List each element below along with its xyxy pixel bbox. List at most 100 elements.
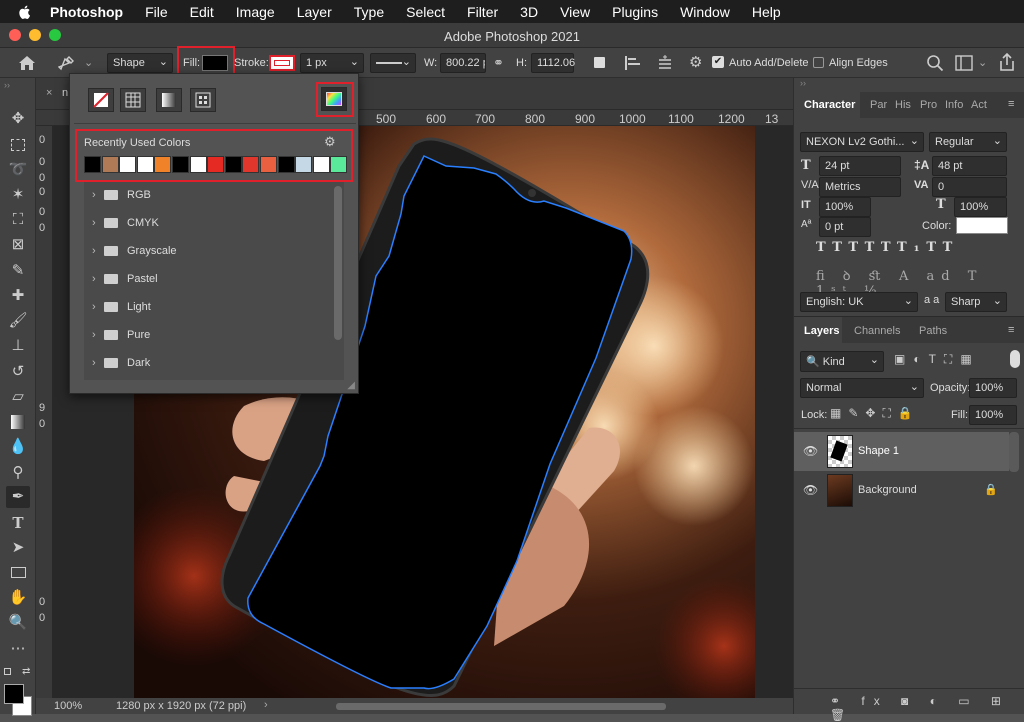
rectangle-tool-icon[interactable] (6, 562, 30, 584)
layer-filter-icons[interactable]: ▣◐T⛶▦ (894, 352, 1016, 367)
chevron-right-icon[interactable]: › (264, 699, 268, 711)
gradient-button[interactable] (156, 88, 182, 112)
path-alignment-icon[interactable] (624, 55, 642, 71)
menu-view[interactable]: View (560, 4, 590, 20)
link-icon[interactable]: ⚭ (493, 55, 504, 71)
vertical-scrollbar[interactable] (334, 186, 342, 340)
crop-tool-icon[interactable]: ⛶ (6, 209, 30, 231)
swatch-folder-pastel[interactable]: › Pastel (84, 266, 330, 293)
tab-layers[interactable]: Layers (804, 325, 839, 337)
baseline-shift-field[interactable]: 0 pt (819, 217, 871, 237)
type-tool-icon[interactable]: T (6, 512, 30, 534)
eyedropper-tool-icon[interactable]: ✎ (6, 260, 30, 282)
font-family-select[interactable]: NEXON Lv2 Gothi... ⌄ (800, 132, 924, 152)
hand-tool-icon[interactable]: ✋ (6, 587, 30, 609)
swap-colors-icon[interactable]: ⇄ (22, 666, 30, 677)
horizontal-scrollbar[interactable] (336, 703, 666, 710)
move-tool-icon[interactable]: ✥ (6, 108, 30, 130)
eye-icon[interactable]: 👁 (803, 483, 818, 497)
tab-paths[interactable]: Paths (919, 325, 947, 337)
menu-window[interactable]: Window (680, 4, 730, 20)
tracking-select[interactable]: 0 (932, 177, 1007, 197)
font-size-field[interactable]: 24 pt (819, 156, 901, 176)
tab-history[interactable]: His (895, 99, 911, 111)
home-icon[interactable] (18, 55, 36, 71)
share-icon[interactable] (998, 53, 1016, 71)
healing-brush-tool-icon[interactable]: ✚ (6, 285, 30, 307)
menu-edit[interactable]: Edit (190, 4, 214, 20)
height-field[interactable]: 1112.06 (531, 53, 575, 73)
lasso-tool-icon[interactable]: ➰ (6, 159, 30, 181)
path-operations-icon[interactable] (594, 57, 605, 68)
eye-icon[interactable]: 👁 (803, 444, 818, 458)
pen-tool-icon[interactable]: ✒ (6, 486, 30, 508)
default-colors-icon[interactable] (4, 668, 11, 675)
close-tab-icon[interactable]: × (46, 87, 52, 99)
more-tools-icon[interactable]: ⋯ (6, 638, 30, 660)
layer-row-background[interactable]: 👁 Background 🔒 (794, 471, 1009, 510)
path-selection-tool-icon[interactable]: ➤ (6, 537, 30, 559)
anti-alias-select[interactable]: Sharp ⌄ (945, 292, 1007, 312)
collapse-panel-icon[interactable]: ›› (794, 78, 1024, 92)
document-tab-label[interactable]: n (62, 87, 68, 99)
chevron-down-icon[interactable]: ⌄ (84, 56, 93, 69)
zoom-level[interactable]: 100% (54, 700, 82, 712)
swatch-folder-pure[interactable]: › Pure (84, 322, 330, 349)
marquee-tool-icon[interactable] (6, 134, 30, 156)
blend-mode-select[interactable]: Normal ⌄ (800, 378, 924, 398)
menu-file[interactable]: File (145, 4, 168, 20)
layer-name[interactable]: Background (858, 484, 917, 496)
menu-image[interactable]: Image (236, 4, 275, 20)
foreground-color-swatch[interactable] (4, 684, 24, 704)
panel-menu-icon[interactable]: ≡ (1008, 324, 1014, 336)
tab-info[interactable]: Info (945, 99, 963, 111)
tab-paragraph[interactable]: Par (870, 99, 887, 111)
menu-layer[interactable]: Layer (297, 4, 332, 20)
menu-type[interactable]: Type (354, 4, 384, 20)
dodge-tool-icon[interactable]: ⚲ (6, 462, 30, 484)
path-arrangement-icon[interactable] (656, 54, 674, 72)
auto-add-delete-checkbox[interactable]: ✔ (712, 56, 724, 68)
stroke-type-select[interactable]: ⌄ (370, 53, 416, 73)
pattern-button[interactable] (190, 88, 216, 112)
menu-3d[interactable]: 3D (520, 4, 538, 20)
clone-stamp-tool-icon[interactable]: ⊥ (6, 335, 30, 357)
stroke-swatch[interactable] (269, 55, 295, 71)
solid-color-button[interactable] (120, 88, 146, 112)
menu-help[interactable]: Help (752, 4, 781, 20)
shape-mode-select[interactable]: Shape ⌄ (107, 53, 173, 73)
no-color-button[interactable] (88, 88, 114, 112)
text-color-swatch[interactable] (956, 217, 1008, 234)
tab-channels[interactable]: Channels (854, 325, 900, 337)
search-icon[interactable] (926, 54, 944, 72)
layer-row-shape-1[interactable]: 👁 Shape 1 (794, 432, 1009, 471)
workspace-icon[interactable] (955, 55, 973, 71)
layer-filter-select[interactable]: 🔍 Kind ⌄ (800, 351, 884, 372)
frame-tool-icon[interactable]: ⊠ (6, 234, 30, 256)
vertical-scale-field[interactable]: 100% (819, 197, 871, 217)
language-select[interactable]: English: UK ⌄ (800, 292, 918, 312)
filter-toggle-switch[interactable] (1010, 350, 1020, 368)
menu-app[interactable]: Photoshop (50, 4, 123, 20)
tab-character[interactable]: Character (804, 99, 855, 111)
menu-filter[interactable]: Filter (467, 4, 498, 20)
history-brush-tool-icon[interactable]: ↺ (6, 361, 30, 383)
layers-footer-buttons[interactable]: ⚭ fx ◙ ◐ ▭ ⊞ 🗑 (794, 688, 1024, 722)
stroke-width-field[interactable]: 1 px ⌄ (300, 53, 364, 73)
lock-icons[interactable]: ▦✎✥⛶🔒 (830, 406, 950, 421)
kerning-select[interactable]: Metrics (819, 177, 901, 197)
brush-tool-icon[interactable]: 🖌 (6, 310, 30, 332)
font-style-select[interactable]: Regular ⌄ (929, 132, 1007, 152)
swatch-folder-cmyk[interactable]: › CMYK (84, 210, 330, 237)
panel-menu-icon[interactable]: ≡ (1008, 98, 1014, 110)
blur-tool-icon[interactable]: 💧 (6, 436, 30, 458)
swatch-folder-grayscale[interactable]: › Grayscale (84, 238, 330, 265)
opacity-field[interactable]: 100% (969, 378, 1017, 398)
menu-select[interactable]: Select (406, 4, 445, 20)
resize-grip-icon[interactable]: ◢ (347, 380, 355, 391)
swatch-folder-rgb[interactable]: › RGB (84, 182, 330, 209)
layers-scrollbar[interactable] (1009, 432, 1019, 472)
align-edges-checkbox[interactable] (813, 57, 824, 68)
horizontal-scale-field[interactable]: 100% (954, 197, 1007, 217)
eraser-tool-icon[interactable]: ▱ (6, 386, 30, 408)
